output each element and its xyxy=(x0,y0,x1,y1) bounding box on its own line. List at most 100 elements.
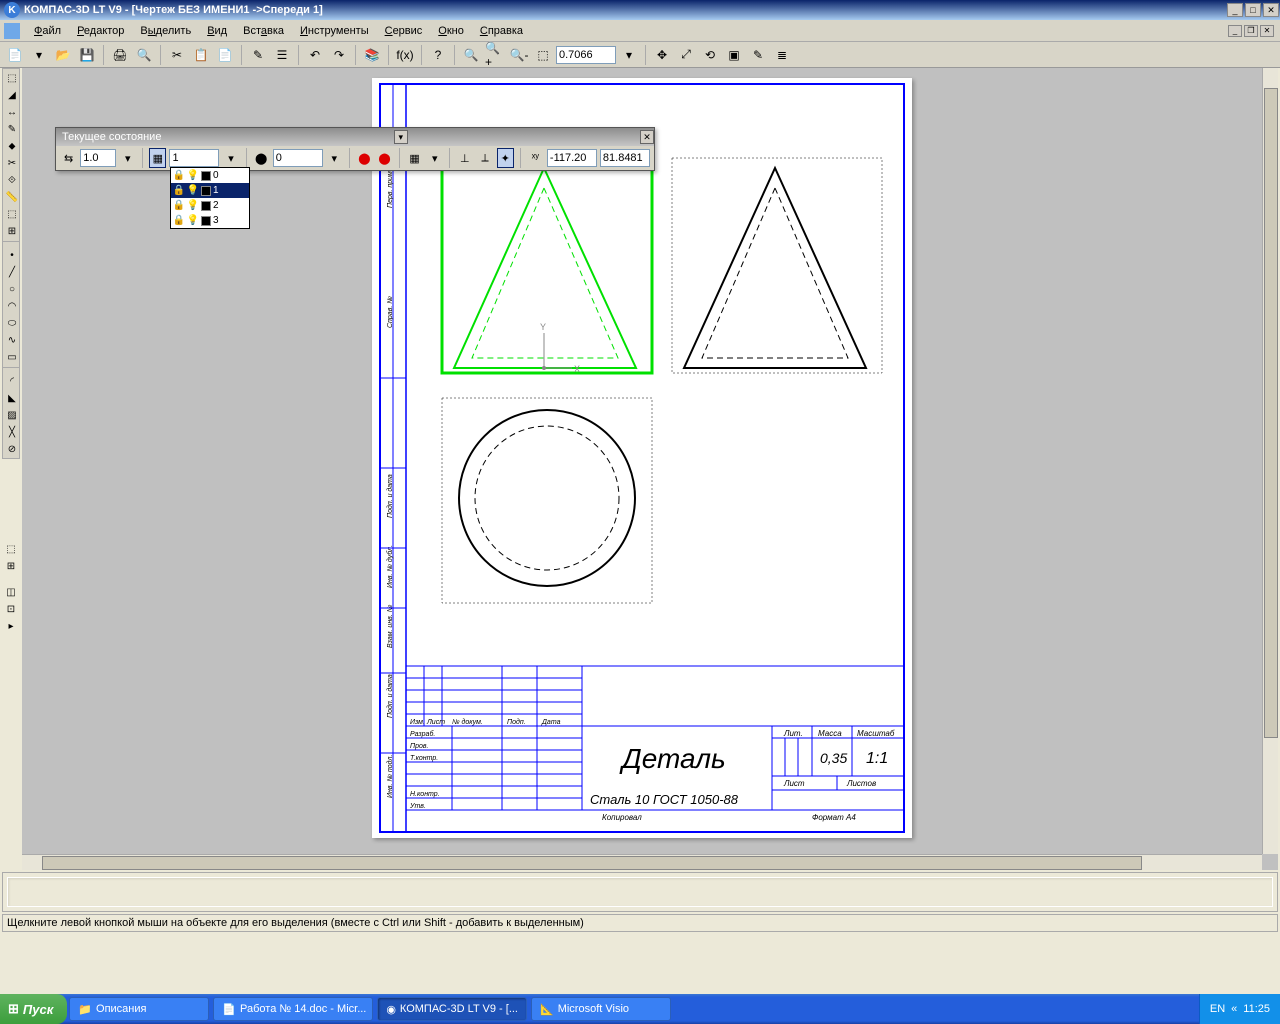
cut-button[interactable]: ✂ xyxy=(166,44,188,66)
floatbar-close[interactable]: ✕ xyxy=(640,130,654,144)
zoom-prev-button[interactable]: ⟲ xyxy=(699,44,721,66)
paste-button[interactable]: 📄 xyxy=(214,44,236,66)
pan-button[interactable]: ✥ xyxy=(651,44,673,66)
taskbar-item-2[interactable]: ◉КОМПАС-3D LT V9 - [... xyxy=(377,997,527,1021)
mdi-minimize[interactable]: _ xyxy=(1228,25,1242,37)
library-button[interactable]: 📚 xyxy=(361,44,383,66)
menu-tools[interactable]: Инструменты xyxy=(292,22,377,40)
zoom-dropdown[interactable]: ▾ xyxy=(618,44,640,66)
coord-y-input[interactable] xyxy=(600,149,650,167)
step-icon[interactable]: ⇆ xyxy=(60,148,77,168)
spline-tool[interactable]: ∿ xyxy=(4,332,20,348)
copy-props-button[interactable]: ✎ xyxy=(247,44,269,66)
close-button[interactable]: ✕ xyxy=(1263,3,1279,17)
layer-row-2[interactable]: 🔒💡2 xyxy=(171,198,249,213)
help-button[interactable]: ? xyxy=(427,44,449,66)
edit-tool[interactable]: ✂ xyxy=(4,155,20,171)
new-dropdown[interactable]: ▾ xyxy=(28,44,50,66)
redo-button[interactable]: ↷ xyxy=(328,44,350,66)
start-button[interactable]: Пуск xyxy=(0,994,67,1024)
zoom-input[interactable] xyxy=(556,46,616,64)
coord-x-input[interactable] xyxy=(547,149,597,167)
open-button[interactable]: 📂 xyxy=(52,44,74,66)
system-tray[interactable]: EN « 11:25 xyxy=(1199,994,1280,1024)
taskbar-item-3[interactable]: 📐Microsoft Visio xyxy=(531,997,671,1021)
param-tool[interactable]: ⟐ xyxy=(4,172,20,188)
text-tool[interactable]: ✎ xyxy=(4,121,20,137)
tool-tree-icon[interactable]: ⊞ xyxy=(3,558,19,574)
zoom-window-button[interactable]: ⬚ xyxy=(532,44,554,66)
spec-tool[interactable]: ⊞ xyxy=(4,223,20,239)
floatbar-header[interactable]: Текущее состояние ▾ ✕ xyxy=(56,128,654,146)
dimension-tool[interactable]: ↔ xyxy=(4,104,20,120)
linestyle-input[interactable] xyxy=(273,149,323,167)
menu-help[interactable]: Справка xyxy=(472,22,531,40)
zoom-fit-button[interactable]: ⤢ xyxy=(675,44,697,66)
line-tool[interactable]: ╱ xyxy=(4,264,20,280)
lang-indicator[interactable]: EN xyxy=(1210,1003,1225,1015)
menu-file[interactable]: Файл xyxy=(26,22,69,40)
round-button[interactable]: ⟂ xyxy=(476,148,493,168)
tool-expand-icon[interactable]: ▸ xyxy=(3,618,19,634)
redraw-button[interactable]: ✎ xyxy=(747,44,769,66)
aux-tool[interactable]: ╳ xyxy=(4,424,20,440)
layer-row-1[interactable]: 🔒💡1 xyxy=(171,183,249,198)
snap-blue-icon[interactable]: ⬤ xyxy=(376,148,393,168)
drawing-canvas[interactable]: Справ. № Перв. примен. Подп. и дата Инв.… xyxy=(372,78,912,838)
symbol-tool[interactable]: ⬥ xyxy=(4,138,20,154)
maximize-button[interactable]: □ xyxy=(1245,3,1261,17)
fillet-tool[interactable]: ◜ xyxy=(4,373,20,389)
geometry-tool[interactable]: ◢ xyxy=(4,87,20,103)
ortho-button[interactable]: ⊥ xyxy=(456,148,473,168)
layer-row-0[interactable]: 🔒💡0 xyxy=(171,168,249,183)
copy-button[interactable]: 📋 xyxy=(190,44,212,66)
zoom-out-button[interactable]: 🔍- xyxy=(508,44,530,66)
step-dropdown[interactable]: ▾ xyxy=(119,148,136,168)
mdi-restore[interactable]: ❐ xyxy=(1244,25,1258,37)
properties-button[interactable]: ☰ xyxy=(271,44,293,66)
save-button[interactable]: 💾 xyxy=(76,44,98,66)
select-filter-tool[interactable]: ⬚ xyxy=(4,206,20,222)
layers-button[interactable]: ≣ xyxy=(771,44,793,66)
horizontal-scrollbar[interactable] xyxy=(22,854,1262,870)
break-tool[interactable]: ⊘ xyxy=(4,441,20,457)
linestyle-dropdown[interactable]: ▾ xyxy=(326,148,343,168)
point-tool[interactable]: • xyxy=(4,247,20,263)
grid-dropdown[interactable]: ▾ xyxy=(426,148,443,168)
print-button[interactable]: 🖨 xyxy=(109,44,131,66)
rect-tool[interactable]: ▭ xyxy=(4,349,20,365)
menu-edit[interactable]: Редактор xyxy=(69,22,132,40)
taskbar-item-1[interactable]: 📄Работа № 14.doc - Micr... xyxy=(213,997,373,1021)
grid-button[interactable]: ▦ xyxy=(406,148,423,168)
hatch-tool[interactable]: ▨ xyxy=(4,407,20,423)
tool-snap-icon[interactable]: ⊡ xyxy=(3,601,19,617)
current-state-toolbar[interactable]: Текущее состояние ▾ ✕ ⇆ ▾ ▦ ▾ ⬤ ▾ ⬤ ⬤ ▦ … xyxy=(55,127,655,171)
undo-button[interactable]: ↶ xyxy=(304,44,326,66)
select-tool[interactable]: ⬚ xyxy=(4,70,20,86)
layer-dropdown-list[interactable]: 🔒💡0 🔒💡1 🔒💡2 🔒💡3 xyxy=(170,167,250,229)
local-cs-button[interactable]: ✦ xyxy=(497,148,514,168)
menu-select[interactable]: Выделить xyxy=(132,22,199,40)
mdi-close[interactable]: ✕ xyxy=(1260,25,1274,37)
variables-button[interactable]: f(x) xyxy=(394,44,416,66)
chamfer-tool[interactable]: ◣ xyxy=(4,390,20,406)
circle-tool[interactable]: ○ xyxy=(4,281,20,297)
zoom-refresh-button[interactable]: 🔍 xyxy=(460,44,482,66)
menu-service[interactable]: Сервис xyxy=(377,22,431,40)
taskbar-item-0[interactable]: 📁Описания xyxy=(69,997,209,1021)
step-input[interactable] xyxy=(80,149,116,167)
layer-dropdown[interactable]: ▾ xyxy=(222,148,239,168)
preview-button[interactable]: 🔍 xyxy=(133,44,155,66)
layer-input[interactable] xyxy=(169,149,219,167)
linestyle-icon[interactable]: ⬤ xyxy=(253,148,270,168)
floatbar-dropdown[interactable]: ▾ xyxy=(394,130,408,144)
zoom-all-button[interactable]: ▣ xyxy=(723,44,745,66)
new-button[interactable]: 📄 xyxy=(4,44,26,66)
tool-panel-icon[interactable]: ⬚ xyxy=(3,541,19,557)
tool-view-icon[interactable]: ◫ xyxy=(3,584,19,600)
menu-window[interactable]: Окно xyxy=(430,22,472,40)
menu-insert[interactable]: Вставка xyxy=(235,22,292,40)
minimize-button[interactable]: _ xyxy=(1227,3,1243,17)
measure-tool[interactable]: 📏 xyxy=(4,189,20,205)
arc-tool[interactable]: ◠ xyxy=(4,298,20,314)
